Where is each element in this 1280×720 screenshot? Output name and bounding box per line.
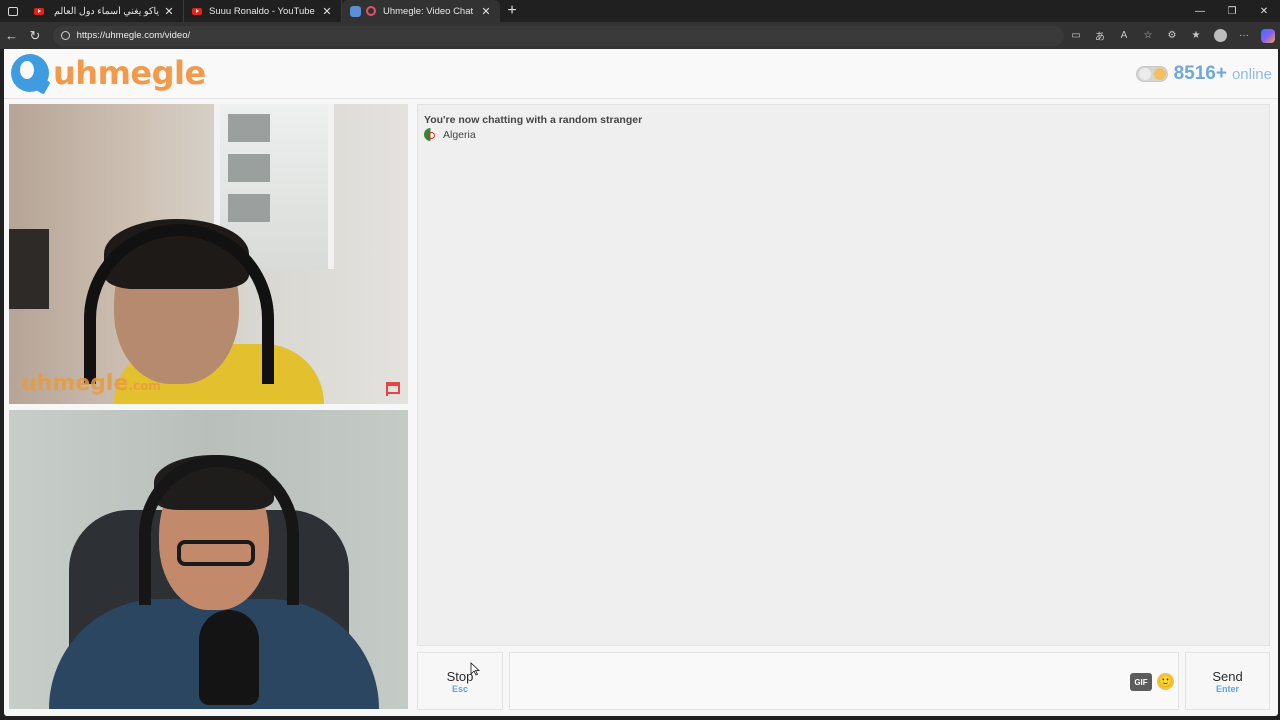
window-controls: — ❐ ✕ <box>1184 0 1280 22</box>
chat-bubble-icon <box>11 54 49 92</box>
stop-button[interactable]: Stop Esc <box>417 652 503 710</box>
microphone <box>199 610 259 705</box>
chat-status-message: You're now chatting with a random strang… <box>424 114 643 126</box>
self-video <box>9 410 408 709</box>
tab-close-icon[interactable]: ✕ <box>321 5 333 18</box>
browser-tab-3[interactable]: Uhmegle: Video Chat | Omeg ✕ <box>342 0 500 22</box>
theme-toggle[interactable] <box>1135 66 1168 82</box>
watermark-suffix: .com <box>128 379 161 393</box>
favorites-icon[interactable]: ★ <box>1184 22 1208 49</box>
message-input[interactable]: GIF 🙂 <box>509 652 1179 710</box>
online-count: 8516+ <box>1173 63 1227 84</box>
restore-button[interactable]: ❐ <box>1216 0 1248 22</box>
window-pane <box>228 154 270 182</box>
window-pane <box>228 114 270 142</box>
site-header: uhmegle 8516+ online <box>4 49 1278 99</box>
send-key-hint: Enter <box>1215 684 1239 694</box>
close-window-button[interactable]: ✕ <box>1248 0 1280 22</box>
stop-key-hint: Esc <box>451 684 468 694</box>
browser-tab-2[interactable]: Suuu Ronaldo - YouTube ✕ <box>184 0 342 22</box>
camera-icon[interactable]: ▭ <box>1064 22 1088 49</box>
window-pane <box>228 194 270 222</box>
tab-title: Suuu Ronaldo - YouTube <box>209 5 315 17</box>
send-label: Send <box>1212 669 1243 684</box>
gif-button[interactable]: GIF <box>1130 673 1152 691</box>
new-tab-button[interactable]: + <box>500 0 524 22</box>
site-info-icon[interactable] <box>60 31 70 40</box>
favorite-star-icon[interactable]: ☆ <box>1136 22 1160 49</box>
uhmegle-icon <box>366 6 376 16</box>
back-button[interactable]: ← <box>0 22 23 49</box>
video-watermark: uhmegle.com <box>21 371 161 396</box>
url-text: https://uhmegle.com/video/ <box>76 30 191 41</box>
url-field[interactable]: https://uhmegle.com/video/ <box>52 25 1065 46</box>
browser-address-bar: ← ↻ https://uhmegle.com/video/ ▭ あ A ☆ ⚙… <box>0 22 1280 49</box>
online-indicator: 8516+ online <box>1135 63 1272 85</box>
profile-icon[interactable] <box>1208 22 1232 49</box>
tab-actions-menu-button[interactable] <box>0 0 26 22</box>
site-logo[interactable]: uhmegle <box>11 53 206 93</box>
more-menu-icon[interactable]: ··· <box>1232 22 1256 49</box>
toolbar-actions: ▭ あ A ☆ ⚙ ★ ··· <box>1064 22 1280 49</box>
self-glasses <box>177 540 255 566</box>
extensions-icon[interactable]: ⚙ <box>1160 22 1184 49</box>
country-name: Algeria <box>443 128 476 141</box>
background-furniture <box>9 229 49 309</box>
watermark-text: uhmegle <box>21 371 129 396</box>
minimize-button[interactable]: — <box>1184 0 1216 22</box>
tab-title: Uhmegle: Video Chat | Omeg <box>383 5 476 17</box>
stranger-country: Algeria <box>424 128 476 141</box>
youtube-icon <box>34 7 44 15</box>
tab-actions-icon <box>8 6 18 16</box>
chat-log: You're now chatting with a random strang… <box>417 104 1270 646</box>
copilot-icon[interactable] <box>1256 22 1280 49</box>
read-aloud-icon[interactable]: A <box>1112 22 1136 49</box>
browser-tab-bar: ياكو يغني أسماء دول العالم | سينيت ✕ Suu… <box>0 0 1280 22</box>
stranger-video: uhmegle.com <box>9 104 408 404</box>
tab-close-icon[interactable]: ✕ <box>480 5 492 18</box>
mouse-pointer-icon <box>470 662 480 676</box>
page: uhmegle 8516+ online uhmegle.com You're … <box>4 49 1278 716</box>
reload-button[interactable]: ↻ <box>23 22 46 49</box>
youtube-icon <box>192 7 202 15</box>
browser-tab-1[interactable]: ياكو يغني أسماء دول العالم | سينيت ✕ <box>26 0 184 22</box>
send-button[interactable]: Send Enter <box>1185 652 1270 710</box>
report-flag-icon[interactable] <box>386 382 400 396</box>
self-headset <box>139 455 299 605</box>
tab-group-icon <box>350 5 361 17</box>
online-label: online <box>1231 65 1272 83</box>
tab-close-icon[interactable]: ✕ <box>163 5 175 18</box>
stop-label: Stop <box>446 669 474 684</box>
logo-text: uhmegle <box>53 54 206 92</box>
tab-title: ياكو يغني أسماء دول العالم | سينيت <box>51 5 159 17</box>
algeria-flag-icon <box>424 128 437 141</box>
emoji-button[interactable]: 🙂 <box>1157 673 1174 690</box>
translate-icon[interactable]: あ <box>1088 22 1112 49</box>
